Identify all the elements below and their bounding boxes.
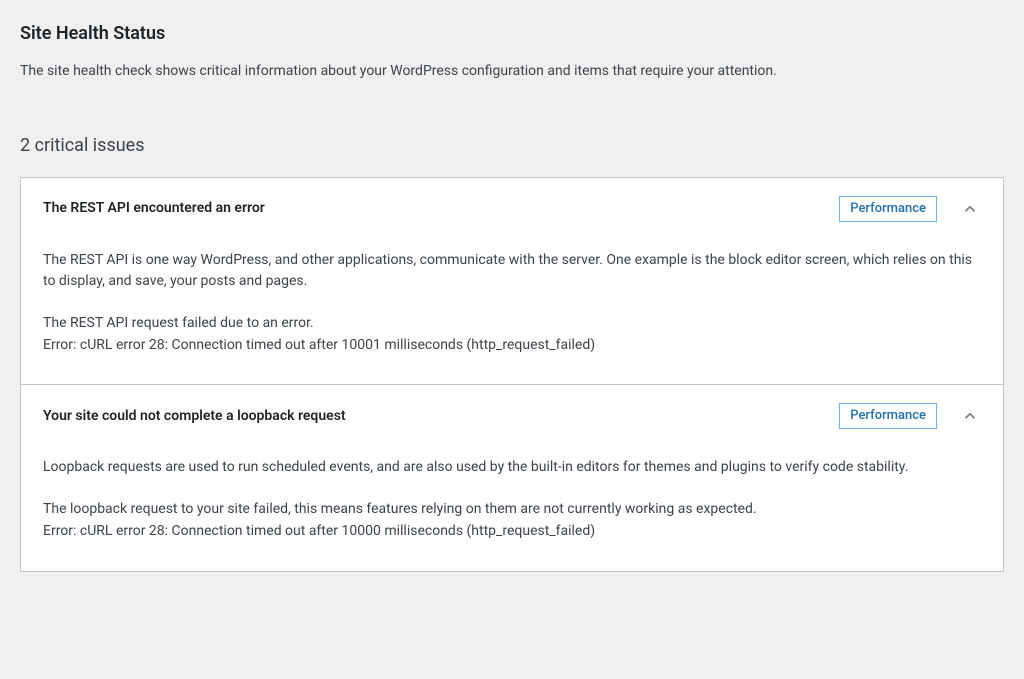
performance-badge: Performance — [839, 403, 937, 429]
issue-error-line1: The loopback request to your site failed… — [43, 498, 981, 520]
issue-header-right: Performance — [839, 196, 981, 222]
issue-loopback: Your site could not complete a loopback … — [21, 385, 1003, 570]
issue-error-block: The loopback request to your site failed… — [43, 498, 981, 543]
issue-header-loopback[interactable]: Your site could not complete a loopback … — [21, 385, 1003, 447]
issue-header-rest-api[interactable]: The REST API encountered an error Perfor… — [21, 178, 1003, 240]
chevron-up-icon — [959, 198, 981, 220]
issue-rest-api: The REST API encountered an error Perfor… — [21, 178, 1003, 385]
page-title: Site Health Status — [20, 20, 1004, 47]
critical-issues-heading: 2 critical issues — [20, 132, 1004, 159]
issue-title: The REST API encountered an error — [43, 198, 839, 219]
issue-error-block: The REST API request failed due to an er… — [43, 312, 981, 357]
issue-body: Loopback requests are used to run schedu… — [21, 447, 1003, 571]
issue-body: The REST API is one way WordPress, and o… — [21, 240, 1003, 385]
issue-header-right: Performance — [839, 403, 981, 429]
issue-error-line1: The REST API request failed due to an er… — [43, 312, 981, 334]
issue-description: Loopback requests are used to run schedu… — [43, 457, 981, 478]
issue-error-line2: Error: cURL error 28: Connection timed o… — [43, 334, 981, 356]
page-description: The site health check shows critical inf… — [20, 61, 1004, 82]
issue-error-line2: Error: cURL error 28: Connection timed o… — [43, 520, 981, 542]
performance-badge: Performance — [839, 196, 937, 222]
chevron-up-icon — [959, 405, 981, 427]
issue-description: The REST API is one way WordPress, and o… — [43, 250, 981, 292]
issue-title: Your site could not complete a loopback … — [43, 406, 839, 427]
issues-container: The REST API encountered an error Perfor… — [20, 177, 1004, 572]
